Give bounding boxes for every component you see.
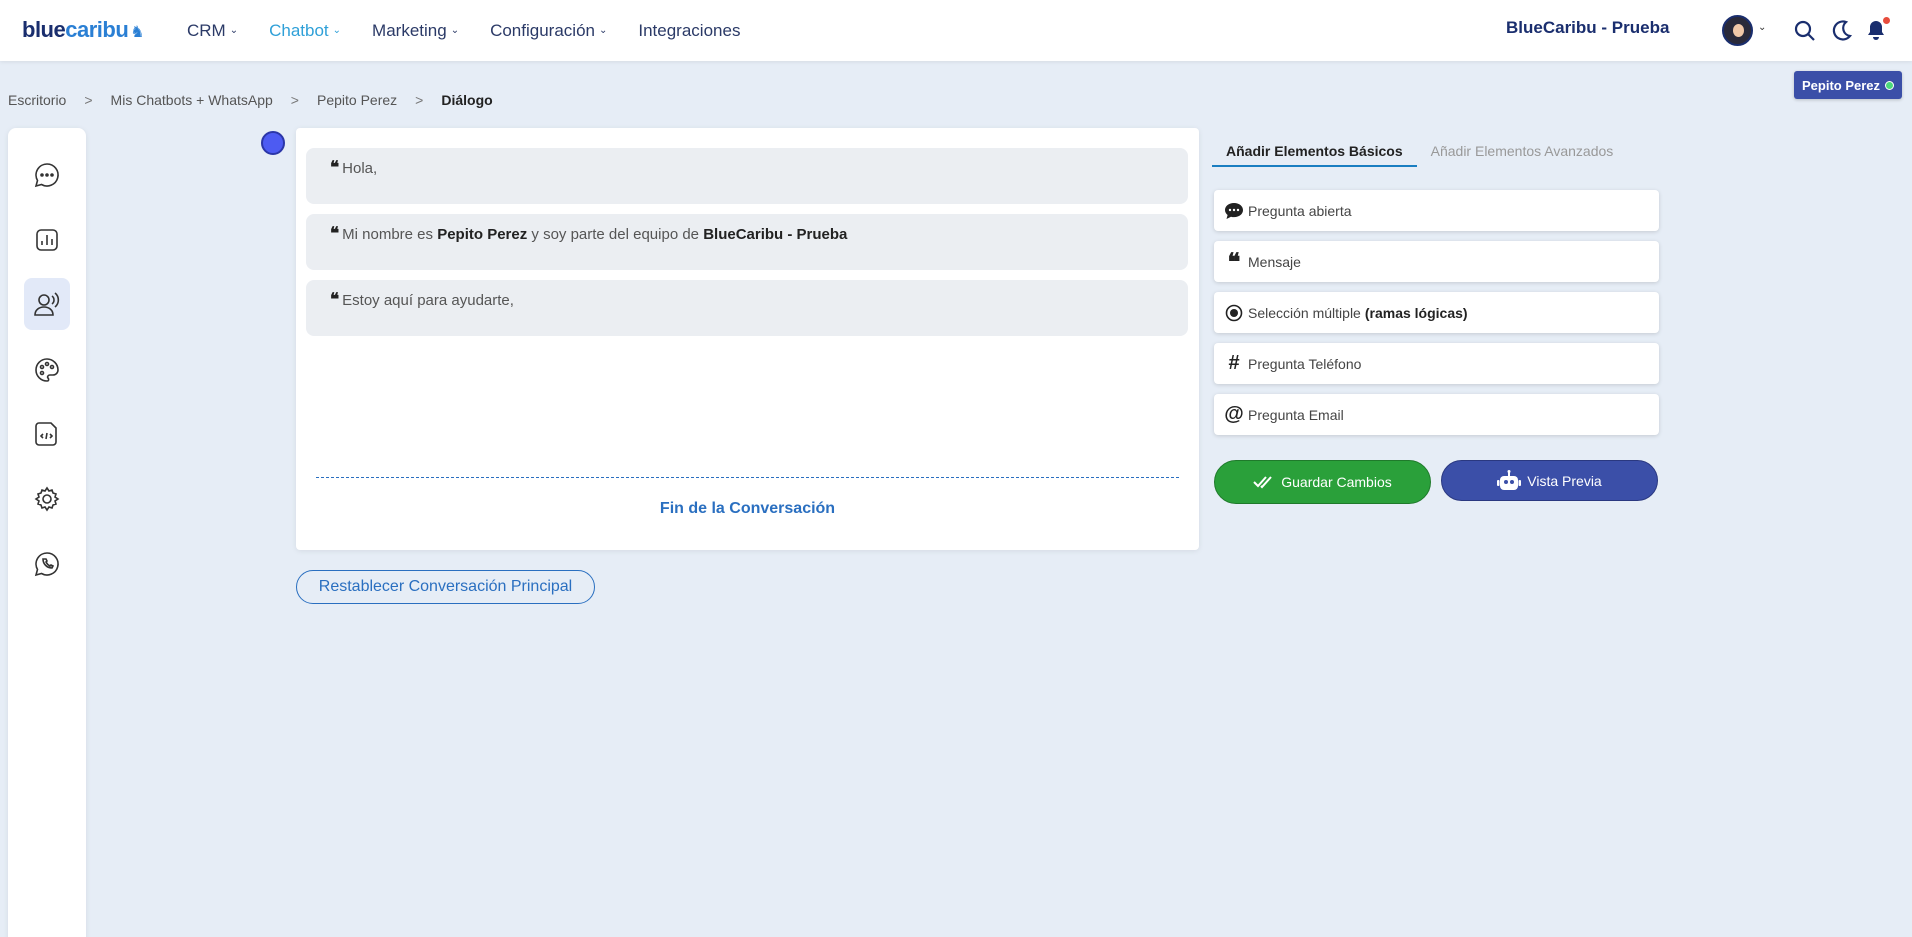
tab-advanced-elements[interactable]: Añadir Elementos Avanzados [1417, 131, 1628, 167]
sidebar-item-stats[interactable] [24, 214, 70, 266]
tab-basic-elements[interactable]: Añadir Elementos Básicos [1212, 131, 1417, 167]
drag-handle-dot[interactable] [261, 131, 285, 155]
preview-button[interactable]: Vista Previa [1441, 460, 1658, 501]
nav-chatbot[interactable]: Chatbot ⌄ [269, 21, 341, 41]
dialog-panel: ❝ Hola, ❝ Mi nombre es Pepito Perez y soy … [296, 128, 1199, 550]
document-code-icon [35, 422, 57, 446]
hash-icon: # [1228, 352, 1240, 374]
save-changes-button[interactable]: Guardar Cambios [1214, 460, 1431, 504]
search-icon[interactable] [1793, 19, 1817, 43]
bluecaribu-logo[interactable]: bluecaribu ♞ [22, 17, 145, 43]
reset-conversation-button[interactable]: Restablecer Conversación Principal [296, 570, 595, 604]
user-status-badge[interactable]: Pepito Perez [1794, 71, 1903, 99]
company-name: BlueCaribu - Prueba [1506, 18, 1670, 37]
breadcrumb-pepito-perez[interactable]: Pepito Perez [317, 92, 397, 108]
chevron-down-icon: ⌄ [229, 25, 239, 36]
chevron-down-icon: ⌄ [332, 25, 342, 36]
bar-chart-icon [36, 229, 58, 251]
sidebar-item-voice[interactable] [24, 278, 70, 330]
sidebar-item-chat[interactable] [24, 149, 70, 201]
sidebar-item-whatsapp[interactable] [24, 538, 70, 590]
breadcrumb: Escritorio > Mis Chatbots + WhatsApp > P… [8, 92, 493, 108]
at-icon: @ [1224, 403, 1244, 425]
online-status-dot [1885, 80, 1895, 90]
gear-icon [34, 486, 60, 512]
breadcrumb-current: Diálogo [441, 92, 493, 108]
sidebar-item-design[interactable] [24, 344, 70, 396]
message-block[interactable]: ❝ Mi nombre es Pepito Perez y soy parte d… [306, 214, 1188, 270]
element-open-question[interactable]: Pregunta abierta [1214, 190, 1659, 231]
element-tabs: Añadir Elementos Básicos Añadir Elemento… [1212, 131, 1627, 167]
breadcrumb-separator: > [290, 92, 299, 108]
notification-dot [1883, 17, 1890, 24]
chevron-down-icon: ⌄ [598, 25, 608, 36]
robot-icon [1497, 469, 1522, 492]
nav-configuracion[interactable]: Configuración ⌄ [490, 21, 607, 41]
user-avatar[interactable] [1722, 15, 1753, 46]
palette-icon [35, 358, 59, 382]
breadcrumb-separator: > [84, 92, 93, 108]
chat-bubble-icon [34, 163, 59, 188]
breadcrumb-separator: > [415, 92, 424, 108]
message-block[interactable]: ❝ Estoy aquí para ayudarte, [306, 280, 1188, 336]
user-voice-icon [34, 292, 60, 316]
element-phone-question[interactable]: # Pregunta Teléfono [1214, 343, 1659, 384]
quote-icon: ❝ [330, 158, 340, 178]
quote-icon: ❝ [330, 224, 340, 244]
end-divider [316, 477, 1179, 478]
main-nav: CRM ⌄ Chatbot ⌄ Marketing ⌄ Configuración ⌄ … [187, 0, 771, 61]
breadcrumb-mis-chatbots[interactable]: Mis Chatbots + WhatsApp [111, 92, 273, 108]
nav-integraciones[interactable]: Integraciones [638, 21, 740, 41]
element-multiple-choice[interactable]: Selección múltiple (ramas lógicas) [1214, 292, 1659, 333]
whatsapp-icon [34, 552, 59, 577]
moon-icon[interactable] [1829, 19, 1853, 43]
sidebar-item-settings[interactable] [24, 473, 70, 525]
quote-icon: ❝ [1227, 247, 1241, 276]
double-check-icon [1253, 475, 1275, 489]
top-navigation-bar: bluecaribu ♞ CRM ⌄ Chatbot ⌄ Marketing ⌄ Con… [0, 0, 1912, 61]
breadcrumb-escritorio[interactable]: Escritorio [8, 92, 66, 108]
message-block[interactable]: ❝ Hola, [306, 148, 1188, 204]
caribu-logo-icon: ♞ [130, 24, 145, 41]
sidebar [8, 128, 86, 937]
nav-marketing[interactable]: Marketing ⌄ [372, 21, 459, 41]
chevron-down-icon: ⌄ [450, 25, 460, 36]
element-message[interactable]: ❝ Mensaje [1214, 241, 1659, 282]
nav-crm[interactable]: CRM ⌄ [187, 21, 238, 41]
chevron-down-icon[interactable]: ⌄ [1758, 22, 1766, 33]
end-of-conversation-label: Fin de la Conversación [659, 500, 836, 517]
quote-icon: ❝ [330, 290, 340, 310]
radio-icon [1224, 303, 1244, 323]
speech-bubble-icon [1224, 201, 1244, 221]
element-email-question[interactable]: @ Pregunta Email [1214, 394, 1659, 435]
sidebar-item-code[interactable] [24, 408, 70, 460]
